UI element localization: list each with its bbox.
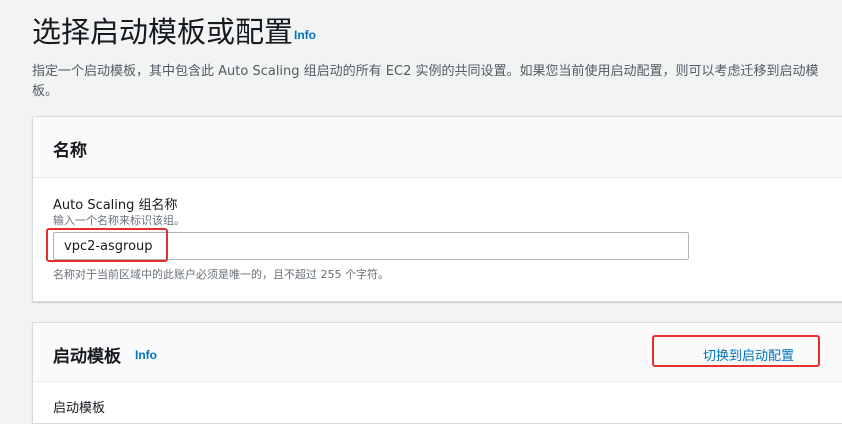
- page-description: 指定一个启动模板，其中包含此 Auto Scaling 组启动的所有 EC2 实…: [32, 64, 819, 99]
- name-panel-header: 名称: [33, 117, 842, 178]
- name-panel-heading: 名称: [53, 141, 87, 161]
- asg-name-constraint: 名称对于当前区域中的此账户必须是唯一的，且不超过 255 个字符。: [53, 268, 389, 281]
- name-panel: 名称 Auto Scaling 组名称 输入一个名称来标识该组。 名称对于当前区…: [32, 116, 842, 302]
- asg-name-label: Auto Scaling 组名称: [53, 198, 178, 213]
- asg-name-input[interactable]: [53, 232, 689, 260]
- page-title: 选择启动模板或配置: [32, 15, 294, 49]
- launch-template-panel-header: 启动模板 Info 切换到启动配置: [33, 323, 842, 382]
- launch-template-panel: 启动模板 Info 切换到启动配置 启动模板: [32, 322, 842, 424]
- switch-to-launch-config-link[interactable]: 切换到启动配置: [703, 345, 794, 364]
- launch-template-heading: 启动模板: [53, 347, 121, 367]
- launch-template-info-link[interactable]: Info: [135, 348, 157, 362]
- asg-name-hint: 输入一个名称来标识该组。: [53, 214, 185, 227]
- title-info-link[interactable]: Info: [294, 28, 316, 42]
- launch-template-field-label: 启动模板: [53, 401, 106, 416]
